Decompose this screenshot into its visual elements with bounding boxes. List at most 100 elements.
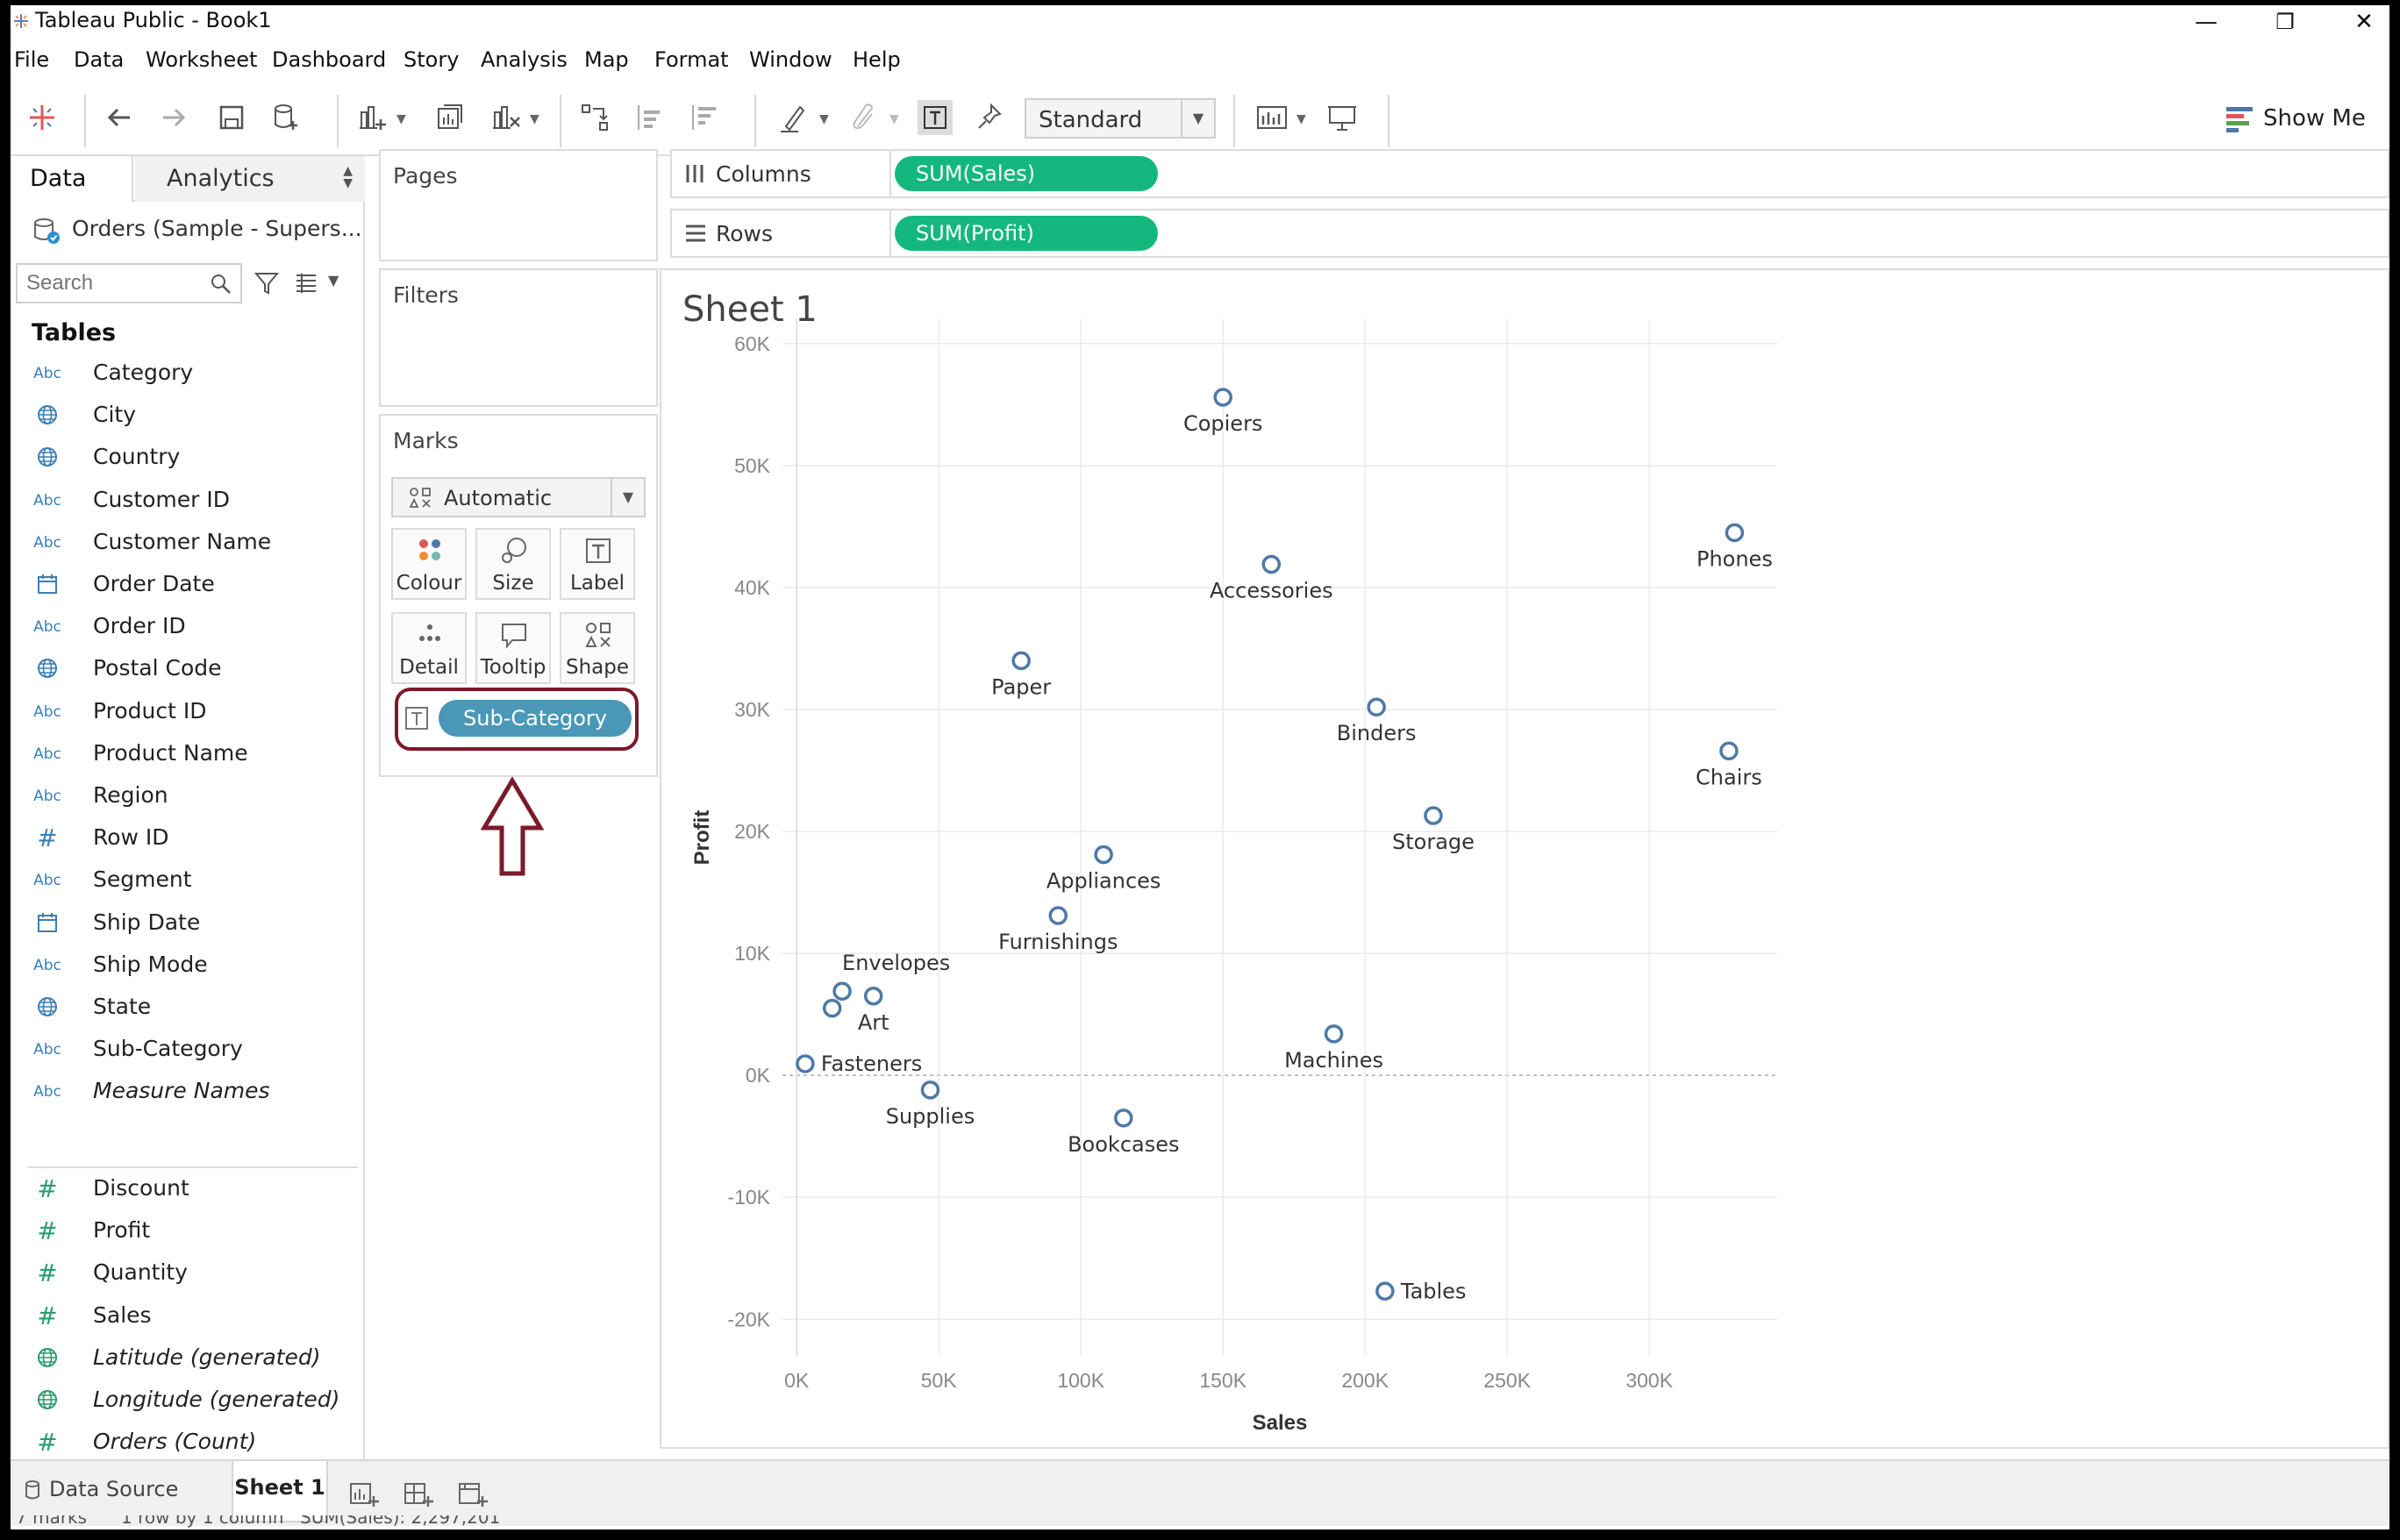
scatter-point[interactable]: [822, 998, 842, 1018]
scatter-point[interactable]: [1719, 741, 1739, 761]
tab-sheet-1[interactable]: Sheet 1: [232, 1461, 328, 1522]
fit-dropdown[interactable]: Standard ▼: [1025, 98, 1216, 139]
point-label[interactable]: Tables: [1400, 1279, 1467, 1303]
scatter-point[interactable]: [1324, 1024, 1344, 1044]
swap-rows-columns-icon[interactable]: [577, 100, 612, 135]
field-item[interactable]: Abc Customer ID: [33, 483, 358, 518]
point-label[interactable]: Fasteners: [821, 1052, 922, 1076]
x-axis-title[interactable]: Sales: [1253, 1411, 1308, 1435]
datasource-item[interactable]: Orders (Sample - Supers...: [32, 212, 362, 247]
mark-type-dropdown[interactable]: Automatic ▼: [391, 477, 646, 517]
tab-analytics[interactable]: Analytics ▲ ▼: [135, 156, 365, 202]
sub-category-pill[interactable]: Sub-Category: [439, 700, 632, 737]
menu-help[interactable]: Help: [853, 47, 901, 72]
point-label[interactable]: Phones: [1696, 546, 1773, 571]
save-icon[interactable]: [214, 100, 249, 135]
point-label[interactable]: Storage: [1392, 830, 1475, 854]
clear-sheet-icon[interactable]: [488, 100, 523, 135]
sort-ascending-icon[interactable]: [632, 100, 667, 135]
scatter-chart[interactable]: -20K -10K 0K 10K 20K 30K 40K 50K 60K 0K 50K 100K 150…: [661, 270, 2388, 1447]
colour-button[interactable]: Colour: [391, 528, 467, 600]
field-item[interactable]: # Row ID: [33, 821, 358, 856]
scatter-point[interactable]: [920, 1080, 940, 1100]
scatter-point[interactable]: [1094, 845, 1113, 865]
chevron-down-icon[interactable]: ▼: [611, 479, 644, 516]
point-label[interactable]: Machines: [1284, 1048, 1383, 1073]
menu-worksheet[interactable]: Worksheet: [146, 47, 257, 72]
field-item[interactable]: Abc Measure Names: [33, 1074, 358, 1109]
field-item[interactable]: # Orders (Count): [33, 1425, 358, 1460]
scatter-point[interactable]: [1114, 1109, 1133, 1128]
scatter-point[interactable]: [1213, 388, 1232, 407]
field-item[interactable]: Abc Segment: [33, 863, 358, 898]
field-item[interactable]: State: [33, 990, 358, 1025]
chevron-down-icon[interactable]: ▼: [1181, 100, 1214, 137]
field-item[interactable]: Abc Category: [33, 356, 358, 391]
pages-card[interactable]: Pages: [379, 149, 658, 261]
view-list-icon[interactable]: [293, 270, 319, 295]
tab-data-source[interactable]: Data Source: [19, 1477, 178, 1515]
scatter-point[interactable]: [1261, 554, 1282, 574]
field-item[interactable]: Latitude (generated): [33, 1341, 358, 1376]
detail-button[interactable]: Detail: [391, 612, 467, 684]
field-item[interactable]: Abc Region: [33, 779, 358, 814]
y-axis-title[interactable]: Profit: [690, 810, 714, 866]
field-item[interactable]: Abc Product Name: [33, 737, 358, 772]
group-members-icon[interactable]: [846, 100, 881, 135]
field-item[interactable]: Abc Order ID: [33, 610, 358, 645]
menu-dashboard[interactable]: Dashboard: [272, 47, 386, 72]
scatter-point[interactable]: [1424, 806, 1443, 825]
field-item[interactable]: Ship Date: [33, 906, 358, 941]
field-item[interactable]: # Profit: [33, 1214, 358, 1249]
field-item[interactable]: City: [33, 398, 358, 433]
duplicate-sheet-icon[interactable]: [433, 100, 468, 135]
presentation-mode-icon[interactable]: [1325, 100, 1360, 135]
size-button[interactable]: Size: [475, 528, 551, 600]
show-cards-icon[interactable]: [1254, 100, 1289, 135]
new-story-icon[interactable]: [454, 1477, 491, 1512]
field-item[interactable]: Abc Product ID: [33, 695, 358, 730]
menu-format[interactable]: Format: [654, 47, 729, 72]
field-item[interactable]: Postal Code: [33, 652, 358, 687]
new-dashboard-icon[interactable]: [400, 1477, 437, 1512]
field-item[interactable]: # Sales: [33, 1299, 358, 1334]
scatter-point[interactable]: [1048, 906, 1068, 925]
field-item[interactable]: Abc Sub-Category: [33, 1032, 358, 1067]
menu-analysis[interactable]: Analysis: [481, 47, 568, 72]
menu-window[interactable]: Window: [749, 47, 832, 72]
scatter-point[interactable]: [1011, 651, 1031, 671]
search-field[interactable]: [16, 263, 242, 303]
point-label[interactable]: Envelopes: [842, 951, 950, 975]
new-datasource-icon[interactable]: [268, 100, 304, 135]
restore-button[interactable]: ❐: [2246, 5, 2325, 39]
field-item[interactable]: Abc Ship Mode: [33, 948, 358, 983]
columns-shelf[interactable]: Columns SUM(Sales): [670, 149, 2389, 198]
filters-card[interactable]: Filters: [379, 268, 658, 407]
show-mark-labels-icon[interactable]: [918, 100, 953, 135]
point-label[interactable]: Bookcases: [1068, 1132, 1179, 1157]
field-item[interactable]: Country: [33, 440, 358, 475]
menu-data[interactable]: Data: [74, 47, 124, 72]
search-icon[interactable]: [209, 272, 233, 296]
field-item[interactable]: # Quantity: [33, 1256, 358, 1291]
point-label[interactable]: Accessories: [1210, 579, 1333, 603]
worksheet-view[interactable]: Sheet 1 -20K -10K 0K 10K 20K 30K 40K 50K 60K 0K 50…: [660, 268, 2389, 1449]
new-worksheet-icon[interactable]: [354, 100, 389, 135]
menu-file[interactable]: File: [14, 47, 49, 72]
point-label[interactable]: Art: [858, 1010, 889, 1035]
filter-icon[interactable]: [253, 268, 281, 296]
minimize-button[interactable]: —: [2167, 5, 2246, 39]
sum-profit-pill[interactable]: SUM(Profit): [895, 216, 1158, 251]
tooltip-button[interactable]: Tooltip: [475, 612, 551, 684]
chevron-down-icon[interactable]: ▼: [328, 272, 339, 289]
label-button[interactable]: Label: [560, 528, 635, 600]
close-button[interactable]: ✕: [2325, 5, 2389, 39]
tableau-home-icon[interactable]: [25, 100, 60, 135]
search-input[interactable]: [26, 270, 202, 296]
fix-axes-icon[interactable]: [972, 100, 1007, 135]
point-label[interactable]: Supplies: [886, 1104, 975, 1129]
new-worksheet-icon[interactable]: [346, 1477, 382, 1512]
point-label[interactable]: Copiers: [1183, 411, 1262, 436]
highlight-icon[interactable]: [775, 100, 811, 135]
menu-map[interactable]: Map: [584, 47, 629, 72]
